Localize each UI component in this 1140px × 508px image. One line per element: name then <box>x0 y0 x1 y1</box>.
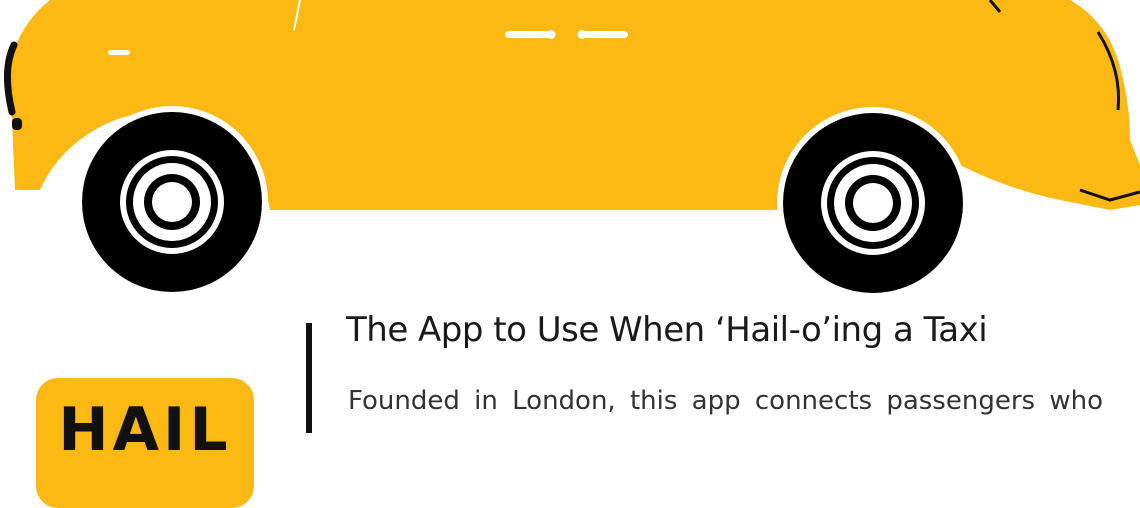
app-icon-label: HAIL <box>58 395 232 465</box>
vertical-divider <box>306 323 312 433</box>
front-wheel <box>76 106 268 298</box>
hail-app-icon[interactable]: HAIL <box>36 378 254 508</box>
article-body: Founded in London, this app connects pas… <box>348 386 1103 416</box>
taxi-illustration <box>3 0 1140 299</box>
article-title: The App to Use When ‘Hail-o’ing a Taxi <box>346 310 988 350</box>
rear-wheel <box>777 107 969 299</box>
